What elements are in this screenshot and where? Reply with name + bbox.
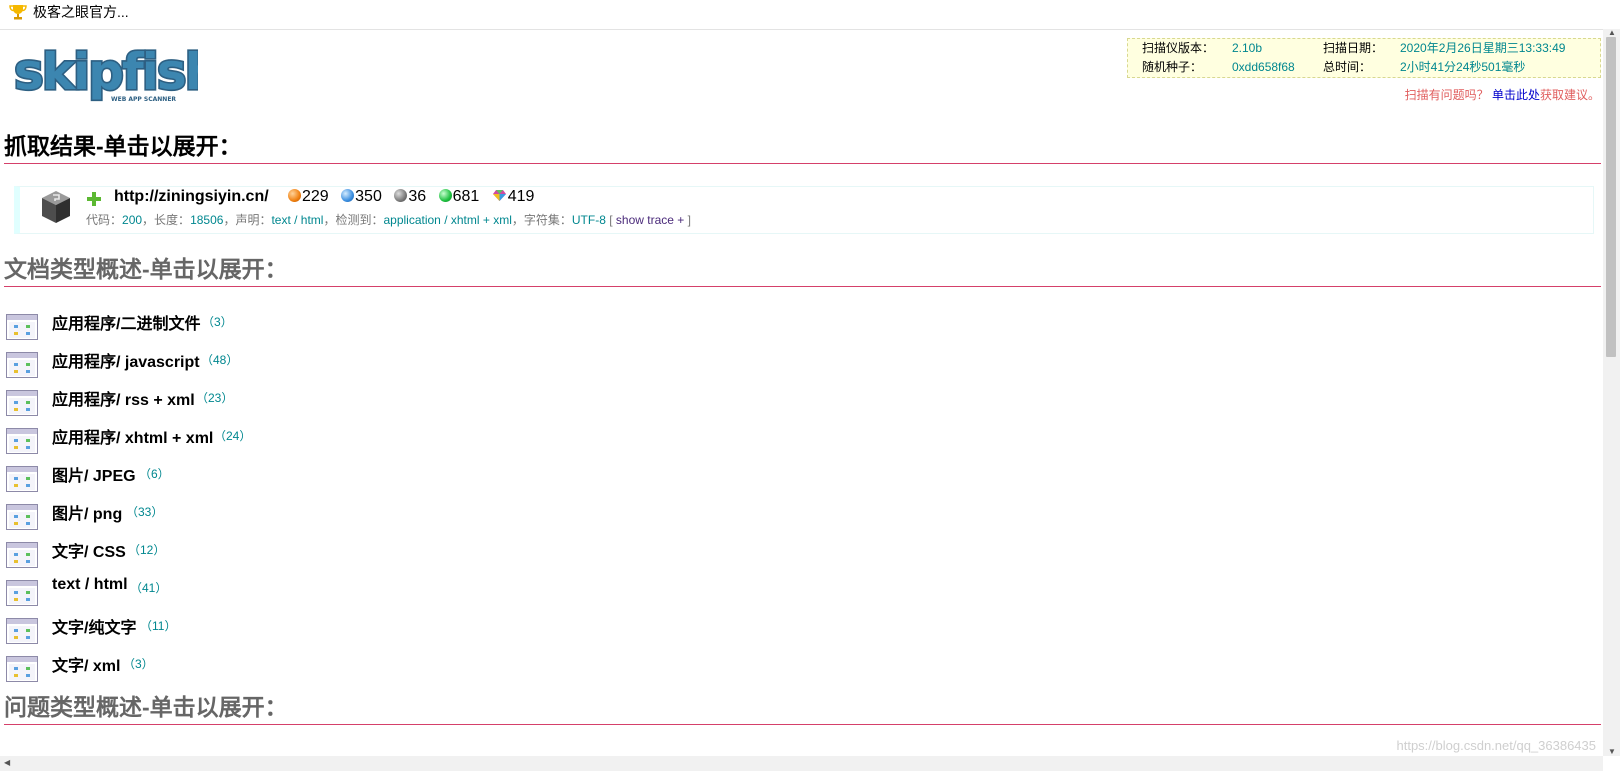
skipfish-logo: skipfish skipfish WEB APP SCANNER [12,43,198,103]
scroll-down-arrow-icon[interactable]: ▼ [1608,747,1616,756]
page-title: 极客之眼官方... [33,4,129,20]
version-label: 扫描仪版本： [1142,41,1215,55]
doc-type-row[interactable]: 图片/ JPEG （6） [6,458,606,496]
window-icon [6,352,38,378]
svg-text:WEB APP SCANNER: WEB APP SCANNER [111,96,176,103]
total-time: 2小时41分24秒501毫秒 [1400,60,1526,74]
doc-type-row[interactable]: 应用程序/ rss + xml （23） [6,382,606,420]
issue-types-heading[interactable]: 问题类型概述-单击以展开： [4,688,1601,725]
doc-type-row[interactable]: 文字/ CSS （12） [6,534,606,572]
doc-type-count: （48） [201,353,239,367]
show-trace-link[interactable]: show trace + [616,213,684,227]
feedback-line: 扫描有问题吗？ 单击此处获取建议。 [1405,86,1600,103]
charset: UTF-8 [571,213,606,227]
feedback-prefix: 扫描有问题吗？ [1404,88,1489,102]
doc-type-row[interactable]: 应用程序/ xhtml + xml （24） [6,420,606,458]
scan-info-box: 扫描仪版本： 2.10b 扫描日期： 2020年2月26日星期三13:33:49… [1127,38,1601,78]
detected-type: application / xhtml + xml [383,213,512,227]
total-time-label: 总时间： [1323,60,1372,74]
title-bar: 极客之眼官方... [0,0,1620,30]
doc-type-row[interactable]: 图片/ png （33） [6,496,606,534]
doc-type-count: （33） [126,505,164,519]
count-info: 419 [492,188,534,205]
window-icon [6,390,38,416]
doc-type-count: （11） [140,619,177,633]
scroll-thumb[interactable] [1606,37,1616,357]
feedback-suffix: 获取建议。 [1539,88,1600,102]
doc-type-label[interactable]: 文字/纯文字 [52,614,136,638]
scroll-up-arrow-icon[interactable]: ▲ [1608,28,1616,37]
seed-label: 随机种子： [1142,60,1203,74]
doc-type-label[interactable]: 文字/ xml [52,652,120,676]
window-icon [6,656,38,682]
doc-type-count: （41） [130,581,168,595]
result-meta: 代码：200，长度：18506，声明：text / html，检测到：appli… [86,213,691,227]
crawl-results-heading[interactable]: 抓取结果-单击以展开： [4,127,1601,164]
random-seed: 0xdd658f68 [1232,60,1295,74]
doc-type-row[interactable]: 应用程序/ javascript （48） [6,344,606,382]
doc-type-count: （12） [128,543,166,557]
window-icon [6,504,38,530]
count-medium: 350 [341,188,382,205]
doc-type-label[interactable]: 应用程序/二进制文件 [52,310,200,334]
doc-type-label[interactable]: 应用程序/ rss + xml [52,386,195,410]
doc-type-count: （24） [214,429,252,443]
info-gem-icon [492,190,506,201]
watermark: https://blog.csdn.net/qq_36386435 [1396,738,1597,753]
feedback-link[interactable]: 单击此处 [1492,88,1540,102]
doc-type-count: （6） [139,467,170,481]
doc-type-label[interactable]: 应用程序/ xhtml + xml [52,424,213,448]
doc-type-count: （3） [123,657,154,671]
doc-type-count: （23） [196,391,234,405]
horizontal-scrollbar[interactable]: ◀ [0,756,1603,771]
medium-risk-dot-icon [341,189,355,202]
declared-type: text / html [271,213,324,227]
window-icon [6,314,38,340]
issue-counts: 229 350 36 681 419 [288,188,542,206]
doc-types-list: 应用程序/二进制文件 （3） 应用程序/ javascript （48） 应用程序/… [6,306,606,686]
svg-text:skipfish: skipfish [14,43,198,101]
count-warning: 681 [438,188,479,205]
doc-type-count: （3） [202,315,233,329]
scanner-version: 2.10b [1232,41,1263,55]
doc-type-row[interactable]: 文字/纯文字 （11） [6,610,606,648]
window-icon [6,466,38,492]
count-high: 229 [288,188,329,205]
window-icon [6,542,38,568]
doc-type-row[interactable]: 文字/ xml （3） [6,648,606,686]
window-icon [6,618,38,644]
scroll-left-arrow-icon[interactable]: ◀ [4,758,10,767]
doc-type-label[interactable]: 图片/ png [52,500,122,524]
vertical-scrollbar[interactable]: ▲ ▼ [1603,28,1620,756]
low-risk-dot-icon [394,189,408,202]
result-url[interactable]: http://ziningsiyin.cn/ [114,188,269,206]
doc-type-label[interactable]: text / html [52,576,128,594]
window-icon [6,580,38,606]
count-low: 36 [394,188,426,205]
scan-date: 2020年2月26日星期三13:33:49 [1400,41,1566,55]
http-code: 200 [122,213,143,227]
warning-dot-icon [438,189,452,202]
doc-type-row[interactable]: 应用程序/二进制文件 （3） [6,306,606,344]
content-length: 18506 [190,213,224,227]
expand-plus-icon[interactable] [86,191,102,207]
server-box-icon [42,191,70,223]
date-label: 扫描日期： [1323,41,1384,55]
trophy-icon [9,5,27,20]
doc-type-label[interactable]: 图片/ JPEG [52,462,136,486]
window-icon [6,428,38,454]
doc-types-heading[interactable]: 文档类型概述-单击以展开： [4,250,1601,287]
doc-type-label[interactable]: 应用程序/ javascript [52,348,200,372]
doc-type-row[interactable]: text / html （41） [6,572,606,610]
high-risk-dot-icon [288,189,301,202]
crawl-result-row: http://ziningsiyin.cn/ 229 350 36 681 41… [14,186,1594,234]
doc-type-label[interactable]: 文字/ CSS [52,538,126,562]
